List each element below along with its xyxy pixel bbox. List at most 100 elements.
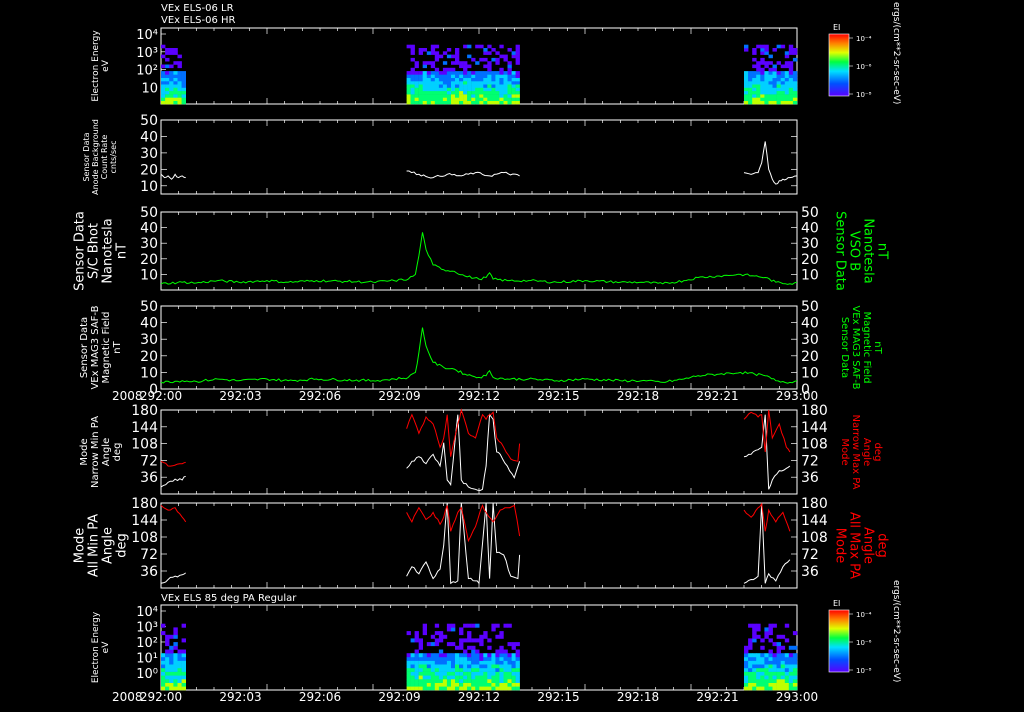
spec-bottom-cell [752, 631, 757, 636]
spec-bottom-cell [438, 686, 444, 691]
spec-top-cell [495, 94, 500, 98]
spec-bottom-cell [446, 653, 452, 658]
spec-bottom-cell [760, 667, 765, 672]
spec-top-cell [752, 57, 757, 62]
x-tick-label-bottom: 292:00 [140, 690, 182, 704]
spec-bottom-cell [406, 671, 411, 676]
spec-top-cell [499, 77, 504, 82]
spec-bottom-cell [459, 631, 464, 636]
spec-top-cell [752, 84, 757, 88]
spec-top-cell [455, 48, 460, 52]
spec-top-cell [483, 100, 488, 105]
spec-bottom-cell [748, 660, 753, 665]
spec-bottom-cell [788, 653, 794, 658]
spec-top-cell [475, 71, 480, 75]
spec-top-cell [463, 100, 468, 105]
spec-top-cell [788, 97, 794, 101]
spec-top-cell [776, 97, 781, 101]
spec-top-cell [752, 77, 757, 82]
spec-bottom-cell [173, 634, 178, 639]
spec-bottom-cell [499, 679, 504, 683]
spec-bottom-cell [752, 682, 757, 687]
spec-bottom-cell [776, 671, 781, 676]
spec-top-cell [491, 74, 496, 78]
spec-bottom-cell [463, 653, 468, 658]
spec-bottom-cell [418, 645, 423, 650]
spec-bottom-cell [776, 675, 781, 680]
spec-bottom-cell [459, 660, 464, 665]
spec-bottom-cell [406, 664, 411, 669]
spec-top-cell [426, 74, 432, 78]
spec-top-cell [475, 87, 480, 92]
x-tick-label-mid: 292:09 [378, 389, 420, 403]
spec-bottom-cell [161, 656, 166, 661]
spec-top-cell [471, 97, 476, 101]
spec-top-cell [467, 80, 472, 85]
spec-top-cell [792, 100, 798, 105]
spec-top-cell [459, 97, 464, 101]
spec-bottom-cell [764, 664, 769, 669]
spec-bottom-cell [446, 660, 452, 665]
spec-top-cell [507, 80, 512, 85]
spec-bottom-cell [748, 664, 753, 669]
spec-top-cell [451, 87, 456, 92]
spec-top-cell [487, 100, 492, 105]
spec-top-y-tick-label: 10³ [136, 46, 158, 61]
spec-bottom-cell [471, 682, 476, 687]
spec-bottom-cell [487, 667, 492, 672]
spec-bottom-cell [410, 656, 415, 661]
spec-bottom-cell [410, 660, 415, 665]
spec-top-cell [764, 77, 769, 82]
spec-bottom-cell [744, 645, 749, 650]
spec-top-cell [471, 77, 476, 82]
mag3-ylabel-right: Sensor Data VEx MAG3 SAF-B Magnetic Field n… [839, 305, 883, 389]
spec-bottom-cell [434, 638, 440, 643]
spec-bottom-cell [438, 675, 444, 680]
spec-top-cell [463, 94, 468, 98]
spec-bottom-cell [475, 653, 480, 658]
spec-top-cell [776, 80, 781, 85]
spec-top-cell [173, 51, 178, 55]
spec-top-cell [446, 94, 452, 98]
spec-bottom-cell [776, 634, 781, 639]
spec-bottom-cell [515, 671, 520, 676]
anode-y-tick-label: 20 [140, 162, 158, 178]
spec-bottom-cell [503, 653, 508, 658]
spec-bottom-cell [438, 653, 444, 658]
spec-top-cell [426, 100, 432, 105]
spec-bottom-cell [446, 642, 452, 647]
spec-top-cell [422, 80, 427, 85]
spec-top-cell [511, 87, 516, 92]
spec-bottom-cell [446, 623, 452, 628]
spec-top-cell [173, 100, 178, 105]
colorbar-tick-label-top: 10⁻⁸ [856, 91, 872, 99]
spec-top-cell [475, 100, 480, 105]
title-line-2: VEx ELS-06 HR [161, 15, 236, 26]
spec-top-cell [768, 71, 773, 75]
spec-bottom-cell [406, 682, 411, 687]
spec-top-cell [422, 48, 427, 52]
spec-bottom-cell [499, 671, 504, 676]
spec-top-cell [780, 80, 786, 85]
spec-bottom-cell [173, 664, 178, 669]
mag3-ylabel-line: VEx MAG3 SAF-B [90, 305, 101, 389]
spec-top-cell [169, 100, 174, 105]
spec-bottom-cell [499, 664, 504, 669]
bhot-ylabel-right-line: Sensor Data [833, 211, 848, 291]
spec-bottom-cell [422, 664, 427, 669]
spec-bottom-cell [515, 649, 520, 654]
spec-bottom-cell [426, 675, 432, 680]
spec-bottom-cell [434, 667, 440, 672]
spec-top-cell [442, 61, 448, 65]
spec-top-cell [764, 51, 769, 55]
spec-top-cell [471, 57, 476, 62]
spec-bottom-cell [442, 656, 448, 661]
spec-top-cell [764, 90, 769, 95]
spec-bottom-cell [414, 638, 419, 643]
spec-bottom-cell [455, 667, 460, 672]
spec-top-cell [768, 90, 773, 95]
spec-bottom-cell [169, 682, 174, 687]
spec-bottom-cell [161, 667, 166, 672]
spec-top-cell [418, 94, 423, 98]
spec-top-cell [499, 67, 504, 72]
